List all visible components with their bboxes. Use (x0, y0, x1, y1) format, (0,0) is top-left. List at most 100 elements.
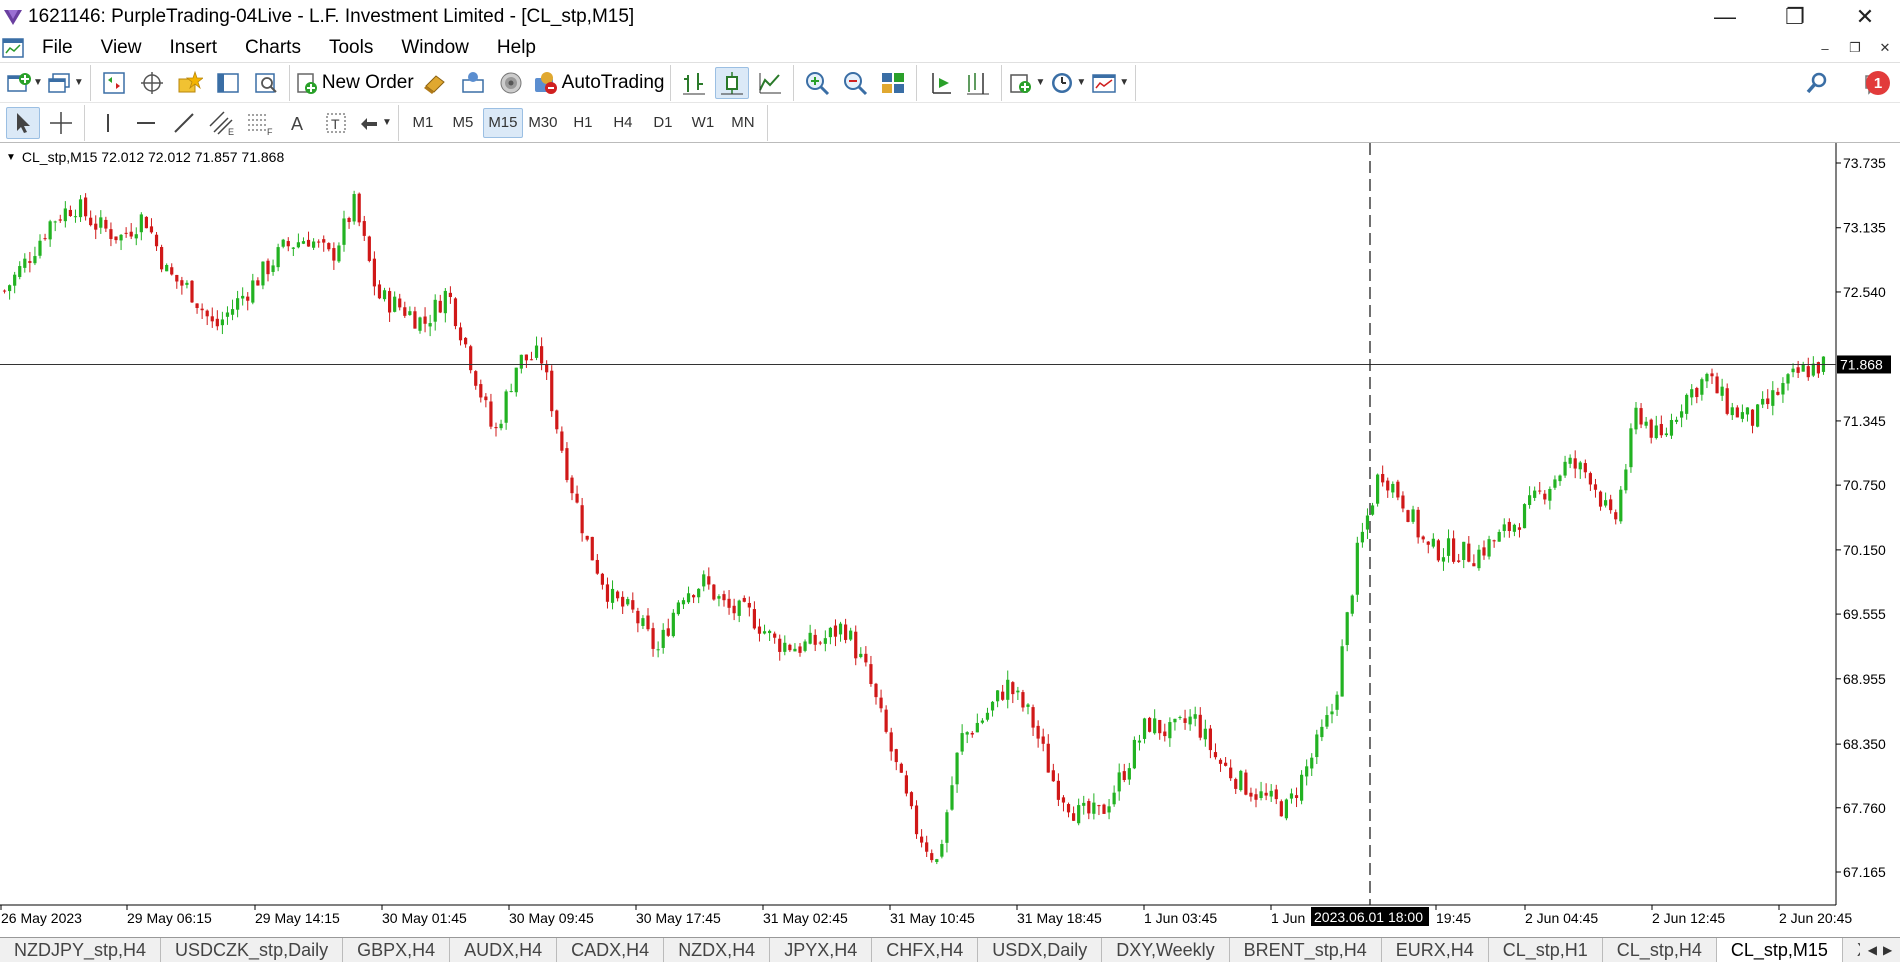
timeframe-mn[interactable]: MN (723, 108, 763, 138)
bar-chart-button[interactable] (677, 67, 711, 99)
tab-usdx-daily[interactable]: USDX,Daily (978, 938, 1103, 962)
candle-bull (408, 311, 412, 315)
templates-button[interactable]: ▼ (1090, 67, 1129, 99)
text-tool-button[interactable]: A (281, 107, 315, 139)
tab-cl-h4[interactable]: CL_stp,H4 (1603, 938, 1717, 962)
tab-scroll-nav: ◀ ▶ (1860, 938, 1900, 962)
tile-windows-button[interactable] (876, 67, 910, 99)
chart-window-icon[interactable] (0, 34, 28, 62)
timeframe-h4[interactable]: H4 (603, 108, 643, 138)
tab-cl-h1[interactable]: CL_stp,H1 (1489, 938, 1603, 962)
timeframe-m1[interactable]: M1 (403, 108, 443, 138)
periods-button[interactable]: ▼ (1049, 67, 1086, 99)
tab-scroll-right-icon[interactable]: ▶ (1883, 943, 1892, 957)
equidistant-channel-button[interactable]: E (205, 107, 239, 139)
time-tick-label: 31 May 02:45 (763, 910, 848, 926)
close-button[interactable]: ✕ (1830, 0, 1900, 33)
menu-charts[interactable]: Charts (231, 37, 315, 59)
candlestick-chart-button[interactable] (715, 66, 750, 99)
tab-eurx-h4[interactable]: EURX,H4 (1382, 938, 1489, 962)
navigator-star-icon (178, 70, 203, 92)
crosshair-tool-button[interactable] (44, 107, 78, 139)
tab-usdczk-daily[interactable]: USDCZK_stp,Daily (161, 938, 344, 962)
market-button[interactable] (494, 67, 528, 99)
price-tick-label: 69.555 (1843, 606, 1886, 622)
tab-dxy-weekly[interactable]: DXY,Weekly (1102, 938, 1230, 962)
menu-tools[interactable]: Tools (315, 37, 387, 59)
metaeditor-button[interactable] (418, 67, 452, 99)
candle-bull (1431, 538, 1435, 547)
tab-nzdx-h4[interactable]: NZDX,H4 (664, 938, 771, 962)
radar-icon (500, 72, 522, 93)
notification-count-badge: 1 (1866, 71, 1890, 95)
candle-bear (1598, 491, 1603, 507)
trendline-button[interactable] (167, 107, 201, 139)
vertical-line-button[interactable] (91, 107, 125, 139)
timeframe-h1[interactable]: H1 (563, 108, 603, 138)
menu-file[interactable]: File (28, 37, 87, 59)
candle-bull (1153, 718, 1157, 734)
arrows-button[interactable]: ▼ (357, 107, 392, 139)
market-watch-button[interactable] (97, 67, 131, 99)
tab-cadx-h4[interactable]: CADX,H4 (557, 938, 665, 962)
timeframe-w1[interactable]: W1 (683, 108, 723, 138)
candle-bull (768, 630, 772, 634)
timeframe-m15[interactable]: M15 (482, 107, 523, 138)
candle-bear (413, 311, 417, 329)
profiles-button[interactable]: ▼ (47, 67, 84, 99)
candle-bear (489, 401, 493, 427)
candle-bear (332, 248, 336, 261)
zoom-in-button[interactable] (800, 67, 834, 99)
navigator-button[interactable] (173, 67, 207, 99)
menu-insert[interactable]: Insert (155, 37, 231, 59)
timeframe-d1[interactable]: D1 (643, 108, 683, 138)
notifications-button[interactable]: 1 (1854, 67, 1898, 99)
minimize-button[interactable]: — (1690, 0, 1760, 33)
horizontal-line-button[interactable] (129, 107, 163, 139)
search-button[interactable] (1800, 67, 1834, 99)
chart-window[interactable]: 73.735 73.135 72.540 71.345 70.750 70.150 69.5… (0, 143, 1900, 937)
auto-scroll-button[interactable] (923, 67, 957, 99)
fibonacci-button[interactable]: F (243, 107, 277, 139)
candle-bear (94, 223, 98, 230)
indicators-button[interactable]: ▼ (1008, 67, 1045, 99)
new-order-button[interactable]: New Order (296, 67, 414, 99)
strategy-tester-button[interactable] (249, 67, 283, 99)
tab-jpyx-h4[interactable]: JPYX,H4 (770, 938, 873, 962)
terminal-button[interactable] (211, 67, 245, 99)
candle-bear (813, 634, 817, 645)
candle-bear (1158, 719, 1162, 734)
candle-bull (1188, 716, 1192, 725)
price-chart[interactable]: 73.735 73.135 72.540 71.345 70.750 70.150 69.5… (0, 143, 1900, 937)
text-label-icon: T (326, 113, 346, 132)
candle-bull (1720, 386, 1724, 396)
timeframe-m30[interactable]: M30 (523, 108, 563, 138)
collapse-triangle-icon[interactable]: ▼ (6, 152, 16, 163)
data-window-button[interactable] (135, 67, 169, 99)
chart-minimize-button[interactable]: – (1810, 35, 1840, 61)
tab-audx-h4[interactable]: AUDX,H4 (450, 938, 558, 962)
chart-restore-button[interactable]: ❐ (1840, 35, 1870, 61)
text-label-button[interactable]: T (319, 107, 353, 139)
tab-gbpx-h4[interactable]: GBPX,H4 (343, 938, 451, 962)
autotrading-button[interactable]: AutoTrading (532, 67, 664, 99)
candle-bear (195, 303, 199, 309)
candle-bull (940, 844, 944, 857)
line-chart-button[interactable] (753, 67, 787, 99)
cursor-tool-button[interactable] (6, 106, 40, 139)
menu-help[interactable]: Help (483, 37, 550, 59)
tab-cl-m15[interactable]: CL_stp,M15 (1716, 938, 1843, 962)
chart-close-button[interactable]: ✕ (1870, 35, 1900, 61)
menu-window[interactable]: Window (387, 37, 483, 59)
tab-nzdjpy-h4[interactable]: NZDJPY_stp,H4 (0, 938, 162, 962)
timeframe-m5[interactable]: M5 (443, 108, 483, 138)
menu-view[interactable]: View (87, 37, 156, 59)
tab-chfx-h4[interactable]: CHFX,H4 (872, 938, 979, 962)
tab-brent-h4[interactable]: BRENT_stp,H4 (1230, 938, 1382, 962)
restore-button[interactable]: ❐ (1760, 0, 1830, 33)
chart-shift-button[interactable] (961, 67, 995, 99)
new-chart-button[interactable]: ▼ (6, 67, 43, 99)
zoom-out-button[interactable] (838, 67, 872, 99)
tab-scroll-left-icon[interactable]: ◀ (1868, 943, 1877, 957)
signals-button[interactable] (456, 67, 490, 99)
